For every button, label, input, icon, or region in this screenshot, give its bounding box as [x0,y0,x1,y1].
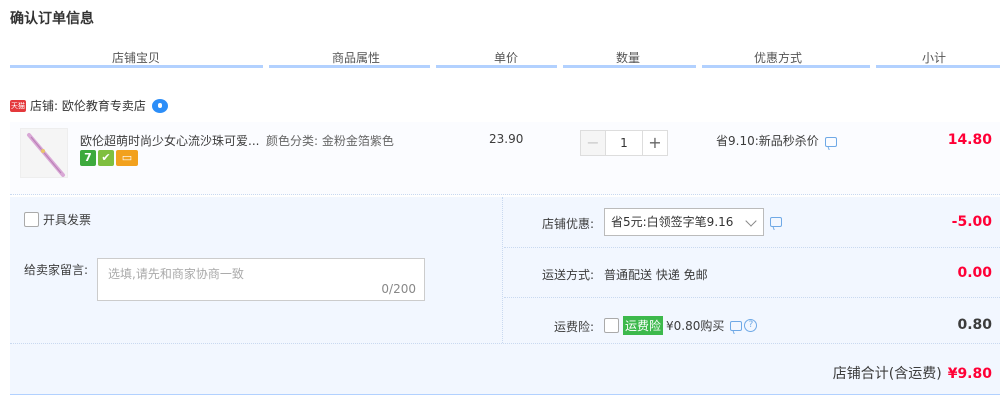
memo-char-counter: 0/200 [381,282,416,296]
insurance-row: 运费险: 运费险 ¥0.80购买 ? 0.80 [504,298,1000,343]
shipping-amount: 0.00 [957,265,992,281]
shipping-method: 普通配送 快递 免邮 [604,268,708,282]
message-icon[interactable] [824,136,837,147]
invoice-option[interactable]: 开具发票 [24,211,91,228]
page-title: 确认订单信息 [10,11,94,27]
column-header-subtotal: 小计 [922,51,947,65]
shop-discount-control: 省5元:白领签字笔9.16 [604,208,783,236]
shop-discount-select[interactable]: 省5元:白领签字笔9.16 [604,208,765,236]
shop-name-link[interactable]: 店铺: 欧伦教育专卖店 [30,97,146,114]
column-divider [870,65,876,68]
pen-image-icon [27,133,65,177]
shipping-row: 运送方式: 普通配送 快递 免邮 0.00 [504,248,1000,298]
help-icon[interactable]: ? [744,319,758,332]
message-icon[interactable] [770,217,783,227]
invoice-checkbox[interactable] [24,212,39,227]
column-header-shop-item: 店铺宝贝 [112,51,161,65]
seven-day-return-icon: 7 [80,150,96,166]
insurance-tag: 运费险 [623,316,664,335]
shop-discount-label: 店铺优惠: [541,217,594,231]
column-header-unit-price: 单价 [494,51,519,65]
quantity-input[interactable]: 1 [606,130,642,156]
message-icon[interactable] [730,320,743,331]
unit-price: 23.90 [489,132,524,146]
insurance-amount: 0.80 [957,317,992,333]
shop-total: 店铺合计(含运费) ¥9.80 [833,363,992,383]
product-attribute: 颜色分类: 金粉金箔紫色 [266,134,394,148]
service-icons: 7 ✔ ▭ [80,150,138,166]
tmall-badge-icon: 天猫 [10,99,26,112]
column-divider [263,65,269,68]
column-header-discount: 优惠方式 [754,51,803,65]
shipping-label: 运送方式: [541,268,594,282]
column-divider [557,65,563,68]
column-divider [430,65,436,68]
wangwang-chat-icon[interactable] [151,98,168,113]
product-title-link[interactable]: 欧伦超萌时尚少女心流沙珠可爱... [80,132,260,149]
order-item-row: 欧伦超萌时尚少女心流沙珠可爱... 7 ✔ ▭ 颜色分类: 金粉金箔紫色 23.… [10,122,1000,195]
order-options-panel: 开具发票 给卖家留言: 选填,请先和商家协商一致 0/200 店铺优惠: 省5元… [10,197,1000,395]
shop-discount-selected: 省5元:白领签字笔9.16 [611,215,734,229]
item-discount-text: 省9.10:新品秒杀价 [716,134,819,148]
guarantee-icon: ✔ [98,150,114,166]
insurance-checkbox[interactable] [604,318,619,333]
shop-total-value: ¥9.80 [947,366,992,382]
chevron-down-icon [745,215,758,227]
quantity-increase-button[interactable]: + [642,130,668,156]
insurance-price: ¥0.80购买 [666,319,725,333]
column-header-quantity: 数量 [616,51,641,65]
item-discount: 省9.10:新品秒杀价 [716,132,837,149]
credit-card-icon: ▭ [116,150,138,166]
column-header-attribute: 商品属性 [332,51,381,65]
shop-discount-row: 店铺优惠: 省5元:白领签字笔9.16 -5.00 [504,197,1000,248]
quantity-stepper: − 1 + [580,130,668,156]
invoice-label: 开具发票 [43,213,92,227]
column-divider [696,65,702,68]
memo-label: 给卖家留言: [24,263,89,277]
insurance-control: 运费险 ¥0.80购买 ? [604,316,758,335]
seller-memo-textarea[interactable]: 选填,请先和商家协商一致 0/200 [97,258,425,301]
column-header: 店铺宝贝 商品属性 单价 数量 优惠方式 小计 [10,46,1000,68]
quantity-decrease-button[interactable]: − [580,130,606,156]
item-subtotal: 14.80 [947,132,992,148]
divider [10,343,1000,344]
shop-line: 天猫 店铺: 欧伦教育专卖店 [10,97,168,114]
order-left-pane: 开具发票 给卖家留言: 选填,请先和商家协商一致 0/200 [10,197,503,343]
shop-discount-amount: -5.00 [951,214,992,230]
insurance-label: 运费险: [553,320,594,334]
memo-placeholder: 选填,请先和商家协商一致 [108,267,244,281]
product-thumbnail[interactable] [20,128,68,178]
shop-total-label: 店铺合计(含运费) [832,366,942,382]
